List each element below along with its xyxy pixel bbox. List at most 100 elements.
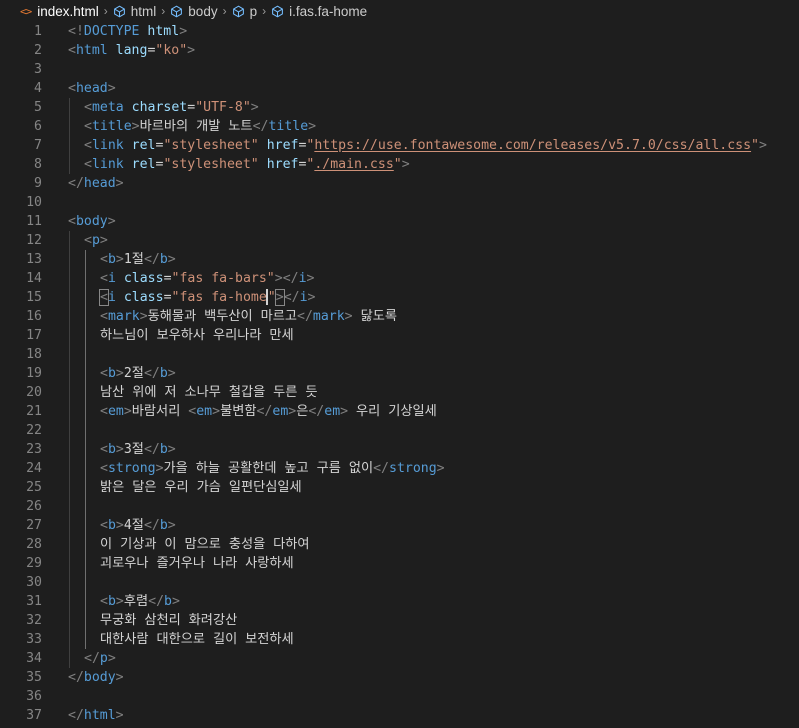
- code-line[interactable]: 10: [0, 193, 799, 212]
- breadcrumb-item-p[interactable]: p: [250, 4, 258, 19]
- code-token: i: [107, 290, 116, 305]
- code-line[interactable]: 13 <b>1절</b>: [0, 250, 799, 269]
- code-token: body: [83, 670, 116, 685]
- code-token: b: [159, 252, 168, 267]
- code-text: 하느님이 보우하사 우리나라 만세: [100, 326, 294, 345]
- code-line[interactable]: 4 <head>: [0, 79, 799, 98]
- code-token: 은: [296, 404, 309, 419]
- code-token: =: [187, 100, 196, 115]
- line-number: 21: [26, 404, 42, 419]
- code-line[interactable]: 19 <b>2절</b>: [0, 364, 799, 383]
- code-line[interactable]: 7 <link rel="stylesheet" href="https://us…: [0, 136, 799, 155]
- code-line[interactable]: 16 <mark>동해물과 백두산이 마르고</mark> 닳도록: [0, 307, 799, 326]
- code-line[interactable]: 15 <i class="fas fa-home"></i>: [0, 288, 799, 307]
- code-line[interactable]: 30: [0, 573, 799, 592]
- code-token: >: [115, 252, 124, 267]
- code-line[interactable]: 1 <!DOCTYPE html>: [0, 22, 799, 41]
- code-token: strong: [107, 461, 156, 476]
- code-token: <: [68, 81, 76, 96]
- breadcrumb-item-body[interactable]: body: [188, 4, 217, 19]
- code-line[interactable]: 12 <p>: [0, 231, 799, 250]
- code-line[interactable]: 25 밝은 달은 우리 가슴 일편단심일세: [0, 478, 799, 497]
- code-token: <: [84, 138, 92, 153]
- code-line[interactable]: 8 <link rel="stylesheet" href="./main.css…: [0, 155, 799, 174]
- code-token: ": [751, 138, 759, 153]
- code-line[interactable]: 9 </head>: [0, 174, 799, 193]
- code-token: ": [393, 157, 402, 172]
- code-token: >: [115, 708, 124, 723]
- code-token: 4절: [123, 518, 144, 533]
- code-text: 밝은 달은 우리 가슴 일편단심일세: [100, 478, 302, 497]
- code-token: 동해물과 백두산이 마르고: [147, 309, 298, 324]
- code-token: </: [68, 176, 84, 191]
- line-number: 16: [26, 309, 42, 324]
- code-line[interactable]: 18: [0, 345, 799, 364]
- code-line[interactable]: 2 <html lang="ko">: [0, 41, 799, 60]
- code-line[interactable]: 35 </body>: [0, 668, 799, 687]
- code-token: <: [100, 271, 108, 286]
- code-text: </html>: [68, 706, 124, 725]
- code-token: <: [100, 404, 108, 419]
- line-number: 7: [34, 138, 42, 153]
- code-line[interactable]: 17 하느님이 보우하사 우리나라 만세: [0, 326, 799, 345]
- line-number: 10: [26, 195, 42, 210]
- code-token: b: [107, 252, 116, 267]
- code-line[interactable]: 14 <i class="fas fa-bars"></i>: [0, 269, 799, 288]
- code-line[interactable]: 6 <title>바르바의 개발 노트</title>: [0, 117, 799, 136]
- code-token: head: [75, 81, 108, 96]
- breadcrumb: <> index.html › html › body › p › i.fas.…: [0, 0, 799, 22]
- code-line[interactable]: 24 <strong>가을 하늘 공활한데 높고 구름 없이</strong>: [0, 459, 799, 478]
- code-text: <b>4절</b>: [100, 516, 176, 535]
- code-line[interactable]: 21 <em>바람서리 <em>불변함</em>은</em> 우리 기상일세: [0, 402, 799, 421]
- code-line[interactable]: 33 대한사람 대한으로 길이 보전하세: [0, 630, 799, 649]
- code-token: charset: [131, 100, 188, 115]
- line-number: 36: [26, 689, 42, 704]
- code-token: body: [75, 214, 108, 229]
- code-line[interactable]: 34 </p>: [0, 649, 799, 668]
- code-token: <: [84, 157, 92, 172]
- code-line[interactable]: 5 <meta charset="UTF-8">: [0, 98, 799, 117]
- line-number: 37: [26, 708, 42, 723]
- code-token: >: [759, 138, 767, 153]
- code-token: <!: [68, 24, 84, 39]
- code-text: <p>: [84, 231, 108, 250]
- code-line[interactable]: 22: [0, 421, 799, 440]
- code-line[interactable]: 11 <body>: [0, 212, 799, 231]
- code-line[interactable]: 26: [0, 497, 799, 516]
- line-number: 25: [26, 480, 42, 495]
- code-token: </: [68, 708, 84, 723]
- code-token: </: [143, 366, 160, 381]
- code-token: p: [91, 233, 100, 248]
- breadcrumb-file[interactable]: index.html: [37, 4, 99, 19]
- code-token: >: [401, 157, 410, 172]
- code-token: >: [171, 594, 180, 609]
- code-line[interactable]: 20 남산 위에 저 소나무 철갑을 두른 듯: [0, 383, 799, 402]
- breadcrumb-item-html[interactable]: html: [131, 4, 157, 19]
- code-line[interactable]: 29 괴로우나 즐거우나 나라 사랑하세: [0, 554, 799, 573]
- code-line[interactable]: 36: [0, 687, 799, 706]
- code-text: </head>: [68, 174, 124, 193]
- code-token: </: [373, 461, 389, 476]
- code-token: >: [131, 119, 140, 134]
- line-number: 29: [26, 556, 42, 571]
- code-line[interactable]: 23 <b>3절</b>: [0, 440, 799, 459]
- line-number: 33: [26, 632, 42, 647]
- code-token: >: [340, 404, 349, 419]
- breadcrumb-item-i[interactable]: i.fas.fa-home: [289, 4, 367, 19]
- line-number: 17: [26, 328, 42, 343]
- code-line[interactable]: 37 </html>: [0, 706, 799, 725]
- line-number: 27: [26, 518, 42, 533]
- code-line[interactable]: 31 <b>후렴</b>: [0, 592, 799, 611]
- code-token: strong: [389, 461, 437, 476]
- code-editor[interactable]: 1 <!DOCTYPE html> 2 <html lang="ko"> 3 4 <head…: [0, 22, 799, 725]
- code-line[interactable]: 27 <b>4절</b>: [0, 516, 799, 535]
- code-token: <: [68, 214, 76, 229]
- code-text: 무궁화 삼천리 화려강산: [100, 611, 237, 630]
- code-line[interactable]: 28 이 기상과 이 맘으로 충성을 다하여: [0, 535, 799, 554]
- code-line[interactable]: 32 무궁화 삼천리 화려강산: [0, 611, 799, 630]
- code-token: >: [187, 43, 196, 58]
- code-line[interactable]: 3: [0, 60, 799, 79]
- code-text: <body>: [68, 212, 116, 231]
- code-token: 2절: [123, 366, 144, 381]
